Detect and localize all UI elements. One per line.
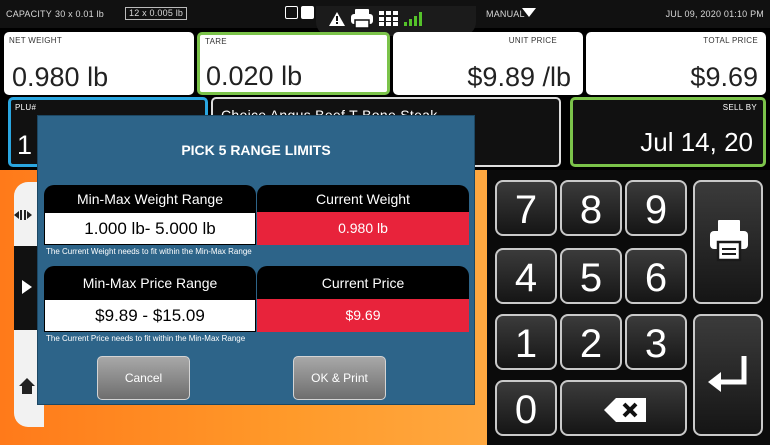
net-weight-field: NET WEIGHT 0.980 lb xyxy=(4,32,194,95)
enter-icon xyxy=(708,356,747,392)
price-range-value[interactable]: $9.89 - $15.09 xyxy=(44,299,256,332)
capacity-boxed: 12 x 0.005 lb xyxy=(125,7,188,20)
cancel-button[interactable]: Cancel xyxy=(97,356,190,400)
unit-price-field[interactable]: UNIT PRICE $9.89 /lb xyxy=(393,32,583,95)
status-bar: CAPACITY 30 x 0.01 lb 12 x 0.005 lb MANU… xyxy=(0,0,770,36)
total-price-field: TOTAL PRICE $9.69 xyxy=(586,32,766,95)
key-7[interactable]: 7 xyxy=(495,180,557,236)
numeric-keypad: 7 8 9 4 5 6 1 2 3 0 xyxy=(487,170,770,445)
warning-icon[interactable] xyxy=(329,12,345,26)
backspace-icon xyxy=(604,398,646,422)
window-square-filled-icon[interactable] xyxy=(301,6,314,19)
sell-by-value: Jul 14, 20 xyxy=(640,127,753,157)
plu-label: PLU# xyxy=(15,103,37,112)
current-price-value: $9.69 xyxy=(257,299,469,332)
window-square-icon[interactable] xyxy=(285,6,298,19)
capacity-label: CAPACITY xyxy=(6,9,52,19)
datetime: JUL 09, 2020 01:10 PM xyxy=(665,9,764,19)
net-weight-label: NET WEIGHT xyxy=(9,36,63,45)
home-icon[interactable] xyxy=(19,378,35,394)
key-1[interactable]: 1 xyxy=(495,314,557,370)
scale-arrows-icon[interactable] xyxy=(14,208,32,222)
total-price-label: TOTAL PRICE xyxy=(703,36,758,45)
tare-value: 0.020 lb xyxy=(206,61,303,91)
key-2[interactable]: 2 xyxy=(560,314,622,370)
total-price-value: $9.69 xyxy=(690,62,758,92)
key-0[interactable]: 0 xyxy=(495,380,557,436)
weight-range-header: Min-Max Weight Range xyxy=(44,185,256,212)
key-8[interactable]: 8 xyxy=(560,180,622,236)
key-9[interactable]: 9 xyxy=(625,180,687,236)
current-weight-value: 0.980 lb xyxy=(257,212,469,245)
weight-range-value[interactable]: 1.000 lb- 5.000 lb xyxy=(44,212,256,245)
chevron-right-icon[interactable] xyxy=(22,280,32,294)
range-limits-dialog: PICK 5 RANGE LIMITS Min-Max Weight Range… xyxy=(38,116,474,404)
key-3[interactable]: 3 xyxy=(625,314,687,370)
price-range-header: Min-Max Price Range xyxy=(44,266,256,299)
mode-label: MANUAL xyxy=(486,9,525,19)
plu-value: 1 xyxy=(17,130,33,160)
dialog-title: PICK 5 RANGE LIMITS xyxy=(181,142,331,158)
mode-dropdown-icon[interactable] xyxy=(522,8,536,17)
ok-print-button[interactable]: OK & Print xyxy=(293,356,386,400)
enter-button[interactable] xyxy=(693,314,763,436)
weight-note: The Current Weight needs to fit within t… xyxy=(46,247,252,256)
capacity-value: 30 x 0.01 lb xyxy=(55,9,104,19)
tare-field[interactable]: TARE 0.020 lb xyxy=(197,32,390,95)
unit-price-value: $9.89 /lb xyxy=(467,62,571,92)
sell-by-label: SELL BY xyxy=(722,103,757,112)
current-price-header: Current Price xyxy=(257,266,469,299)
signal-icon xyxy=(404,10,426,26)
net-weight-value: 0.980 lb xyxy=(12,62,109,92)
current-weight-header: Current Weight xyxy=(257,185,469,212)
key-5[interactable]: 5 xyxy=(560,248,622,304)
printer-icon xyxy=(710,220,748,262)
key-4[interactable]: 4 xyxy=(495,248,557,304)
unit-price-label: UNIT PRICE xyxy=(508,36,557,45)
print-button[interactable] xyxy=(693,180,763,304)
key-6[interactable]: 6 xyxy=(625,248,687,304)
printer-status-icon[interactable] xyxy=(351,9,373,29)
sell-by-field[interactable]: SELL BY Jul 14, 20 xyxy=(570,97,766,167)
tare-label: TARE xyxy=(205,37,227,46)
grid-icon[interactable] xyxy=(379,11,399,26)
price-note: The Current Price needs to fit within th… xyxy=(46,334,246,343)
backspace-button[interactable] xyxy=(560,380,687,436)
